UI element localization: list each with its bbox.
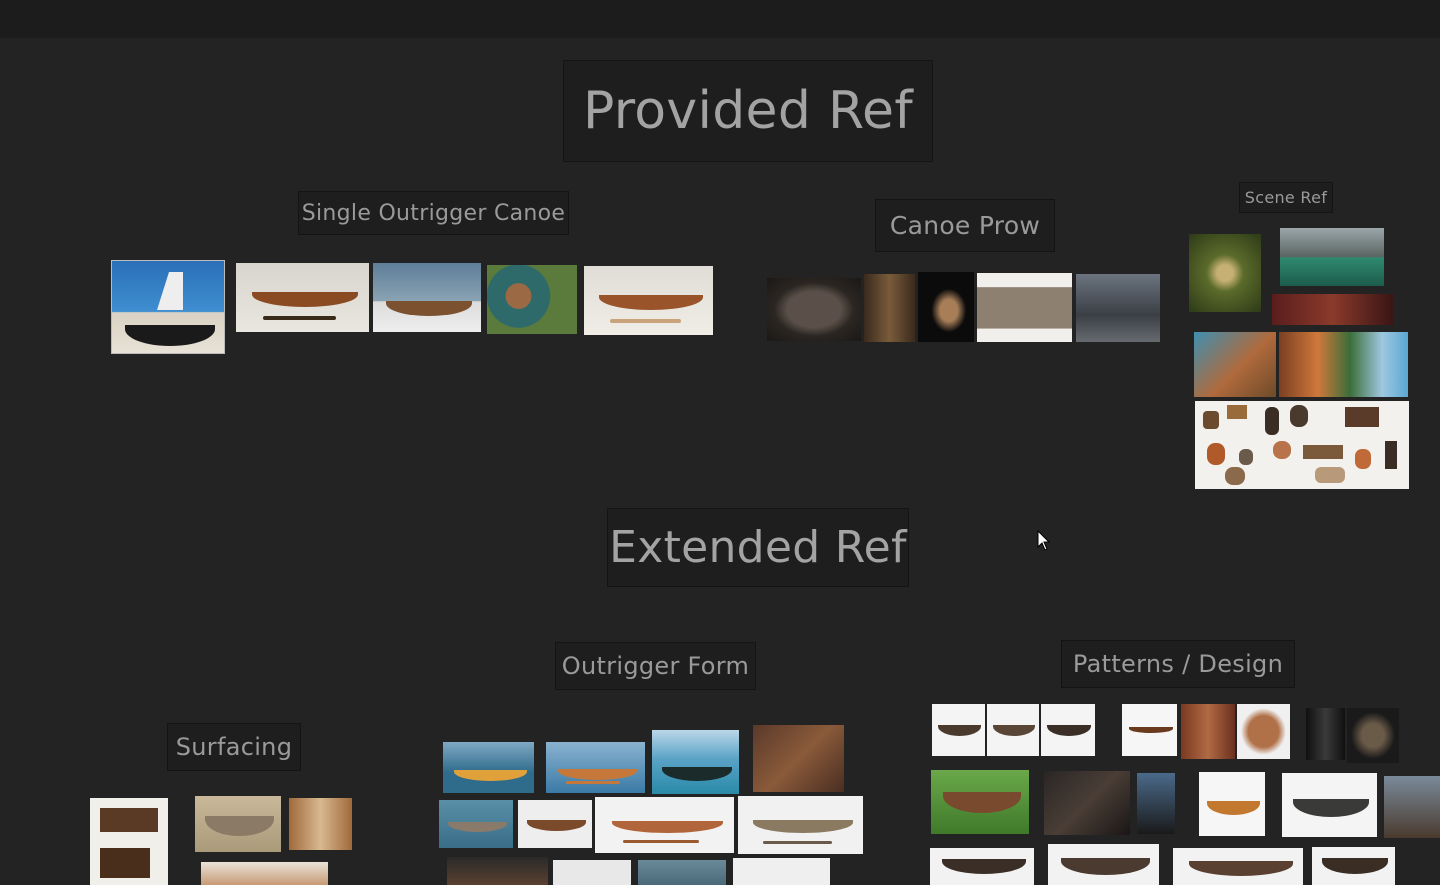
group-label-single-outrigger-canoe[interactable]: Single Outrigger Canoe bbox=[298, 191, 569, 235]
ref-image[interactable] bbox=[652, 730, 739, 794]
ref-image[interactable] bbox=[553, 860, 631, 885]
ref-image[interactable] bbox=[1199, 772, 1265, 836]
ref-image[interactable] bbox=[90, 798, 168, 885]
ref-image[interactable] bbox=[1173, 848, 1303, 885]
ref-image[interactable] bbox=[518, 800, 592, 848]
mouse-pointer-icon bbox=[1037, 530, 1051, 551]
ref-image[interactable] bbox=[546, 742, 645, 793]
ref-image[interactable] bbox=[1181, 704, 1235, 759]
ref-image[interactable] bbox=[864, 274, 915, 342]
ref-image[interactable] bbox=[443, 742, 534, 793]
ref-image[interactable] bbox=[1280, 228, 1384, 286]
top-bar bbox=[0, 0, 1440, 38]
ref-image[interactable] bbox=[1347, 708, 1399, 763]
ref-image[interactable] bbox=[236, 263, 369, 332]
ref-image[interactable] bbox=[1384, 776, 1440, 838]
group-label-canoe-prow[interactable]: Canoe Prow bbox=[875, 199, 1055, 252]
ref-image[interactable] bbox=[1189, 234, 1261, 312]
ref-image[interactable] bbox=[918, 272, 974, 342]
ref-image[interactable] bbox=[1237, 704, 1290, 759]
group-label-surfacing[interactable]: Surfacing bbox=[167, 723, 301, 771]
ref-image[interactable] bbox=[373, 263, 481, 332]
ref-image[interactable] bbox=[733, 858, 830, 885]
ref-image[interactable] bbox=[930, 848, 1034, 885]
ref-image[interactable] bbox=[584, 266, 713, 335]
ref-image[interactable] bbox=[289, 798, 352, 850]
ref-image[interactable] bbox=[111, 260, 225, 354]
extended-ref-title[interactable]: Extended Ref bbox=[607, 508, 909, 587]
ref-image[interactable] bbox=[1137, 773, 1175, 834]
ref-image[interactable] bbox=[1195, 401, 1409, 489]
ref-image[interactable] bbox=[987, 704, 1039, 756]
ref-image[interactable] bbox=[738, 796, 863, 854]
ref-image[interactable] bbox=[447, 857, 548, 885]
ref-image[interactable] bbox=[1048, 844, 1159, 885]
ref-image[interactable] bbox=[201, 862, 328, 885]
ref-image[interactable] bbox=[1272, 294, 1393, 325]
ref-image[interactable] bbox=[932, 704, 985, 756]
group-label-outrigger-form[interactable]: Outrigger Form bbox=[555, 642, 756, 690]
ref-image[interactable] bbox=[1041, 704, 1095, 756]
ref-image[interactable] bbox=[439, 800, 513, 848]
ref-image[interactable] bbox=[1312, 847, 1395, 885]
ref-image[interactable] bbox=[1194, 332, 1276, 397]
ref-image[interactable] bbox=[931, 770, 1029, 834]
ref-image[interactable] bbox=[195, 796, 281, 852]
ref-image[interactable] bbox=[487, 265, 577, 334]
ref-image[interactable] bbox=[1044, 771, 1130, 835]
ref-image[interactable] bbox=[753, 725, 844, 792]
ref-image[interactable] bbox=[595, 797, 734, 853]
ref-image[interactable] bbox=[1076, 274, 1160, 342]
ref-image[interactable] bbox=[638, 860, 726, 885]
group-label-patterns-design[interactable]: Patterns / Design bbox=[1061, 640, 1295, 688]
ref-image[interactable] bbox=[977, 273, 1072, 342]
group-label-scene-ref[interactable]: Scene Ref bbox=[1239, 182, 1333, 213]
ref-image[interactable] bbox=[1282, 773, 1377, 837]
ref-image[interactable] bbox=[1122, 704, 1177, 756]
provided-ref-title[interactable]: Provided Ref bbox=[563, 60, 933, 162]
ref-image[interactable] bbox=[767, 278, 861, 341]
ref-image[interactable] bbox=[1306, 708, 1345, 760]
ref-image[interactable] bbox=[1279, 332, 1408, 397]
